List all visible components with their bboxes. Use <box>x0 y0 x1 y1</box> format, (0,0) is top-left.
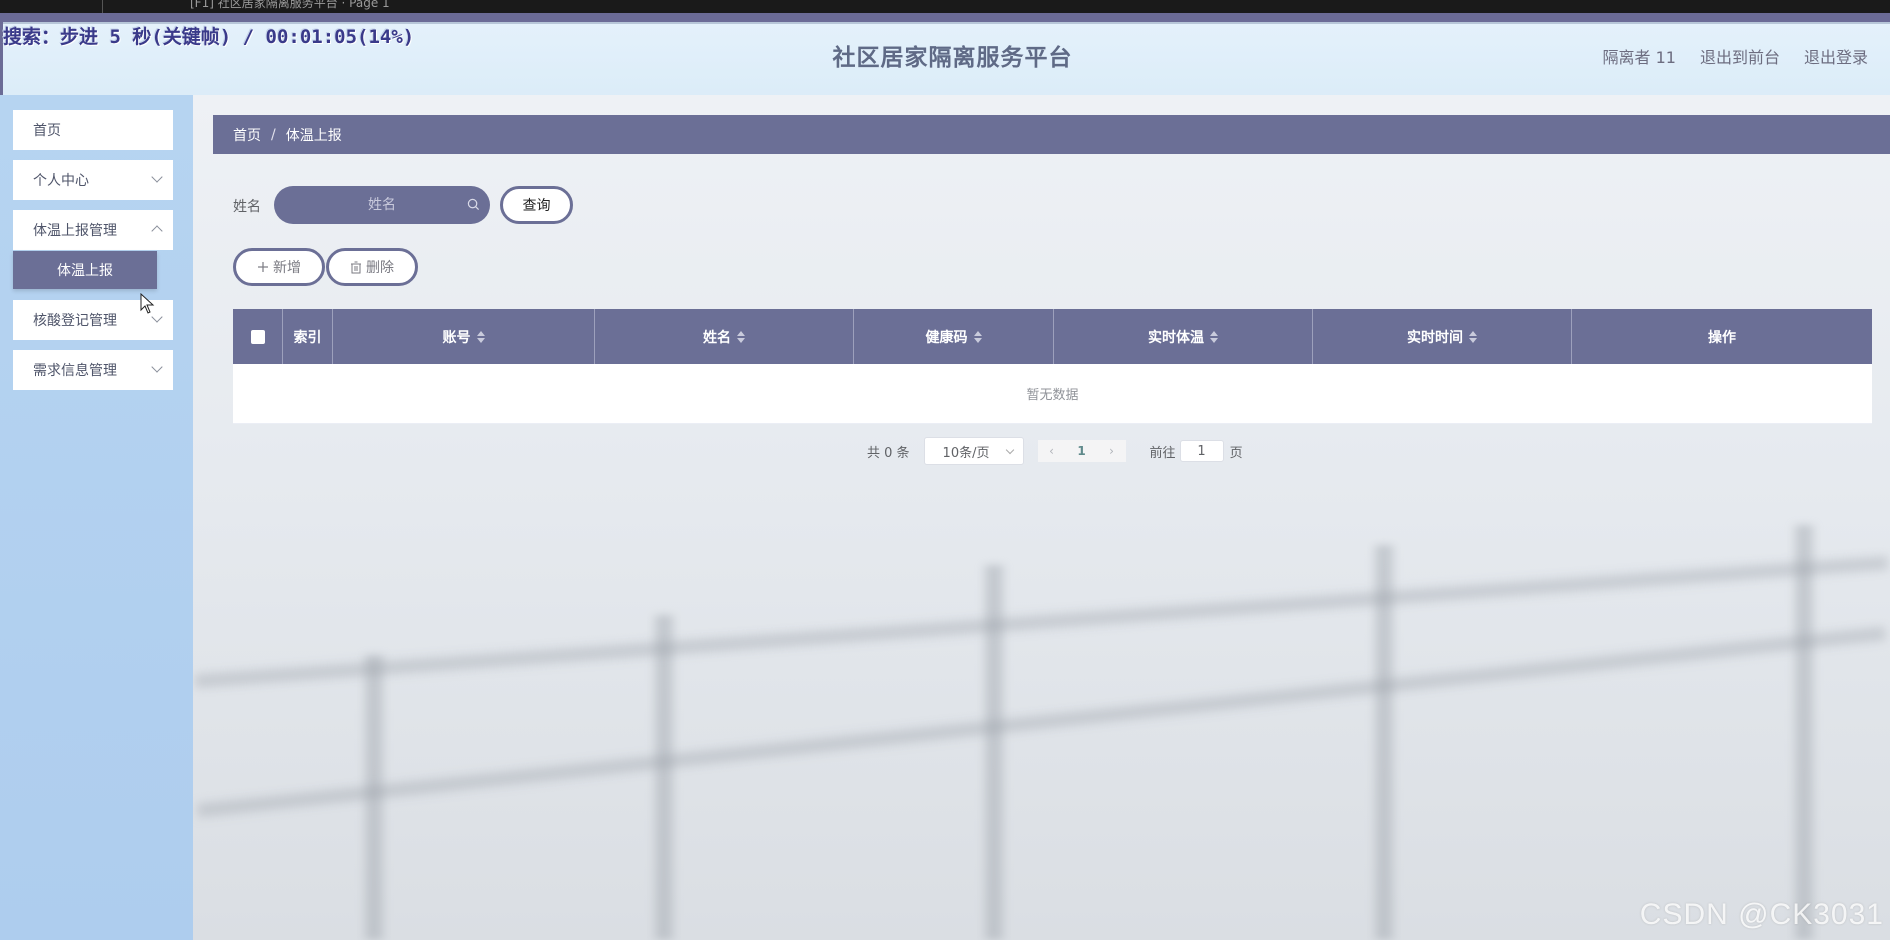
page-size-value: 10条/页 <box>942 445 990 461</box>
background-blur-shape <box>1793 525 1815 940</box>
column-header-name[interactable]: 姓名 <box>595 309 854 364</box>
breadcrumb-separator: / <box>271 126 276 143</box>
prev-page-button[interactable]: ‹ <box>1037 440 1066 462</box>
data-table: 索引 账号 姓名 健康码 实时体温 实时时间 操作 暂无数据 <box>233 309 1872 424</box>
sidebar-item-personal-center[interactable]: 个人中心 <box>13 160 173 200</box>
window-strip-text: [F1] 社区居家隔离服务平台 · Page 1 <box>190 0 390 10</box>
sidebar-item-temperature-management[interactable]: 体温上报管理 <box>13 210 173 250</box>
goto-page-input[interactable] <box>1179 440 1224 462</box>
breadcrumb-home[interactable]: 首页 <box>233 125 261 145</box>
search-icon <box>467 198 480 211</box>
mouse-cursor-icon <box>140 293 155 314</box>
sort-icon[interactable] <box>737 330 745 343</box>
chevron-down-icon <box>151 361 163 373</box>
plus-icon <box>258 262 268 272</box>
sidebar-subitem-label: 体温上报 <box>57 263 113 279</box>
window-top-strip: [F1] 社区居家隔离服务平台 · Page 1 <box>0 0 1890 13</box>
query-button[interactable]: 查询 <box>500 186 573 224</box>
delete-button[interactable]: 删除 <box>326 248 418 286</box>
sidebar-item-label: 核酸登记管理 <box>33 313 117 329</box>
page-size-select[interactable]: 10条/页 <box>923 437 1024 465</box>
chevron-down-icon <box>151 171 163 183</box>
column-header-label: 实时时间 <box>1407 329 1463 346</box>
add-button[interactable]: 新增 <box>233 248 325 286</box>
search-box <box>274 186 490 224</box>
logout-link[interactable]: 退出登录 <box>1804 44 1868 68</box>
column-header-label: 账号 <box>442 329 471 346</box>
sidebar-item-label: 体温上报管理 <box>33 223 117 239</box>
strip-divider <box>102 0 103 13</box>
sidebar-item-label: 需求信息管理 <box>33 363 117 379</box>
select-all-column <box>233 309 283 364</box>
column-header-temperature[interactable]: 实时体温 <box>1054 309 1313 364</box>
search-label: 姓名 <box>233 199 261 215</box>
goto-suffix: 页 <box>1229 445 1243 461</box>
sidebar: 首页 个人中心 体温上报管理 体温上报 核酸登记管理 需求信息管理 <box>0 95 193 940</box>
sidebar-item-label: 首页 <box>33 123 61 139</box>
sort-icon[interactable] <box>1469 330 1477 343</box>
delete-button-label: 删除 <box>366 260 394 276</box>
column-header-label: 操作 <box>1708 329 1736 346</box>
chevron-up-icon <box>151 225 163 237</box>
current-user-label: 隔离者 11 <box>1602 48 1676 67</box>
sort-icon[interactable] <box>476 330 485 343</box>
column-header-label: 健康码 <box>925 329 968 346</box>
background-blur-shape <box>196 626 1887 818</box>
watermark: CSDN @CK3031 <box>1639 898 1884 931</box>
column-header-label: 姓名 <box>703 329 731 346</box>
empty-text: 暂无数据 <box>1026 388 1079 403</box>
header-user-links: 隔离者 11 退出到前台 退出登录 <box>1603 44 1868 68</box>
page-number-current[interactable]: 1 <box>1065 440 1098 462</box>
chevron-left-icon: ‹ <box>1049 444 1054 458</box>
column-header-actions: 操作 <box>1572 309 1872 364</box>
background-blur-shape <box>194 555 1889 689</box>
column-header-label: 索引 <box>293 329 322 346</box>
breadcrumb: 首页 / 体温上报 <box>213 115 1890 154</box>
table-empty-state: 暂无数据 <box>233 364 1872 424</box>
background-blur-shape <box>653 615 675 940</box>
column-header-account[interactable]: 账号 <box>333 309 595 364</box>
table-header: 索引 账号 姓名 健康码 实时体温 实时时间 操作 <box>233 309 1872 364</box>
column-header-label: 实时体温 <box>1148 329 1204 346</box>
breadcrumb-current: 体温上报 <box>285 127 342 144</box>
exit-to-frontend-link[interactable]: 退出到前台 <box>1700 44 1780 68</box>
trash-icon <box>351 261 361 273</box>
sort-icon[interactable] <box>973 330 982 343</box>
pagination: 共 0 条 10条/页 ‹ 1 › 前往 页 <box>867 436 1243 466</box>
sidebar-item-label: 个人中心 <box>33 173 89 189</box>
chevron-down-icon <box>1005 445 1014 455</box>
column-header-index: 索引 <box>283 309 333 364</box>
select-all-checkbox[interactable] <box>250 329 265 344</box>
sort-icon[interactable] <box>1210 330 1218 343</box>
column-header-health-code[interactable]: 健康码 <box>854 309 1054 364</box>
goto-label: 前往 <box>1149 445 1176 461</box>
sidebar-item-demand-management[interactable]: 需求信息管理 <box>13 350 173 390</box>
column-header-time[interactable]: 实时时间 <box>1313 309 1572 364</box>
sidebar-subitem-temperature-report[interactable]: 体温上报 <box>13 251 157 289</box>
add-button-label: 新增 <box>273 260 301 276</box>
sidebar-item-home[interactable]: 首页 <box>13 110 173 150</box>
chevron-right-icon: › <box>1109 444 1114 458</box>
pagination-total: 共 0 条 <box>867 445 910 461</box>
next-page-button[interactable]: › <box>1097 440 1126 462</box>
query-button-label: 查询 <box>522 198 551 214</box>
search-input[interactable] <box>307 197 457 213</box>
